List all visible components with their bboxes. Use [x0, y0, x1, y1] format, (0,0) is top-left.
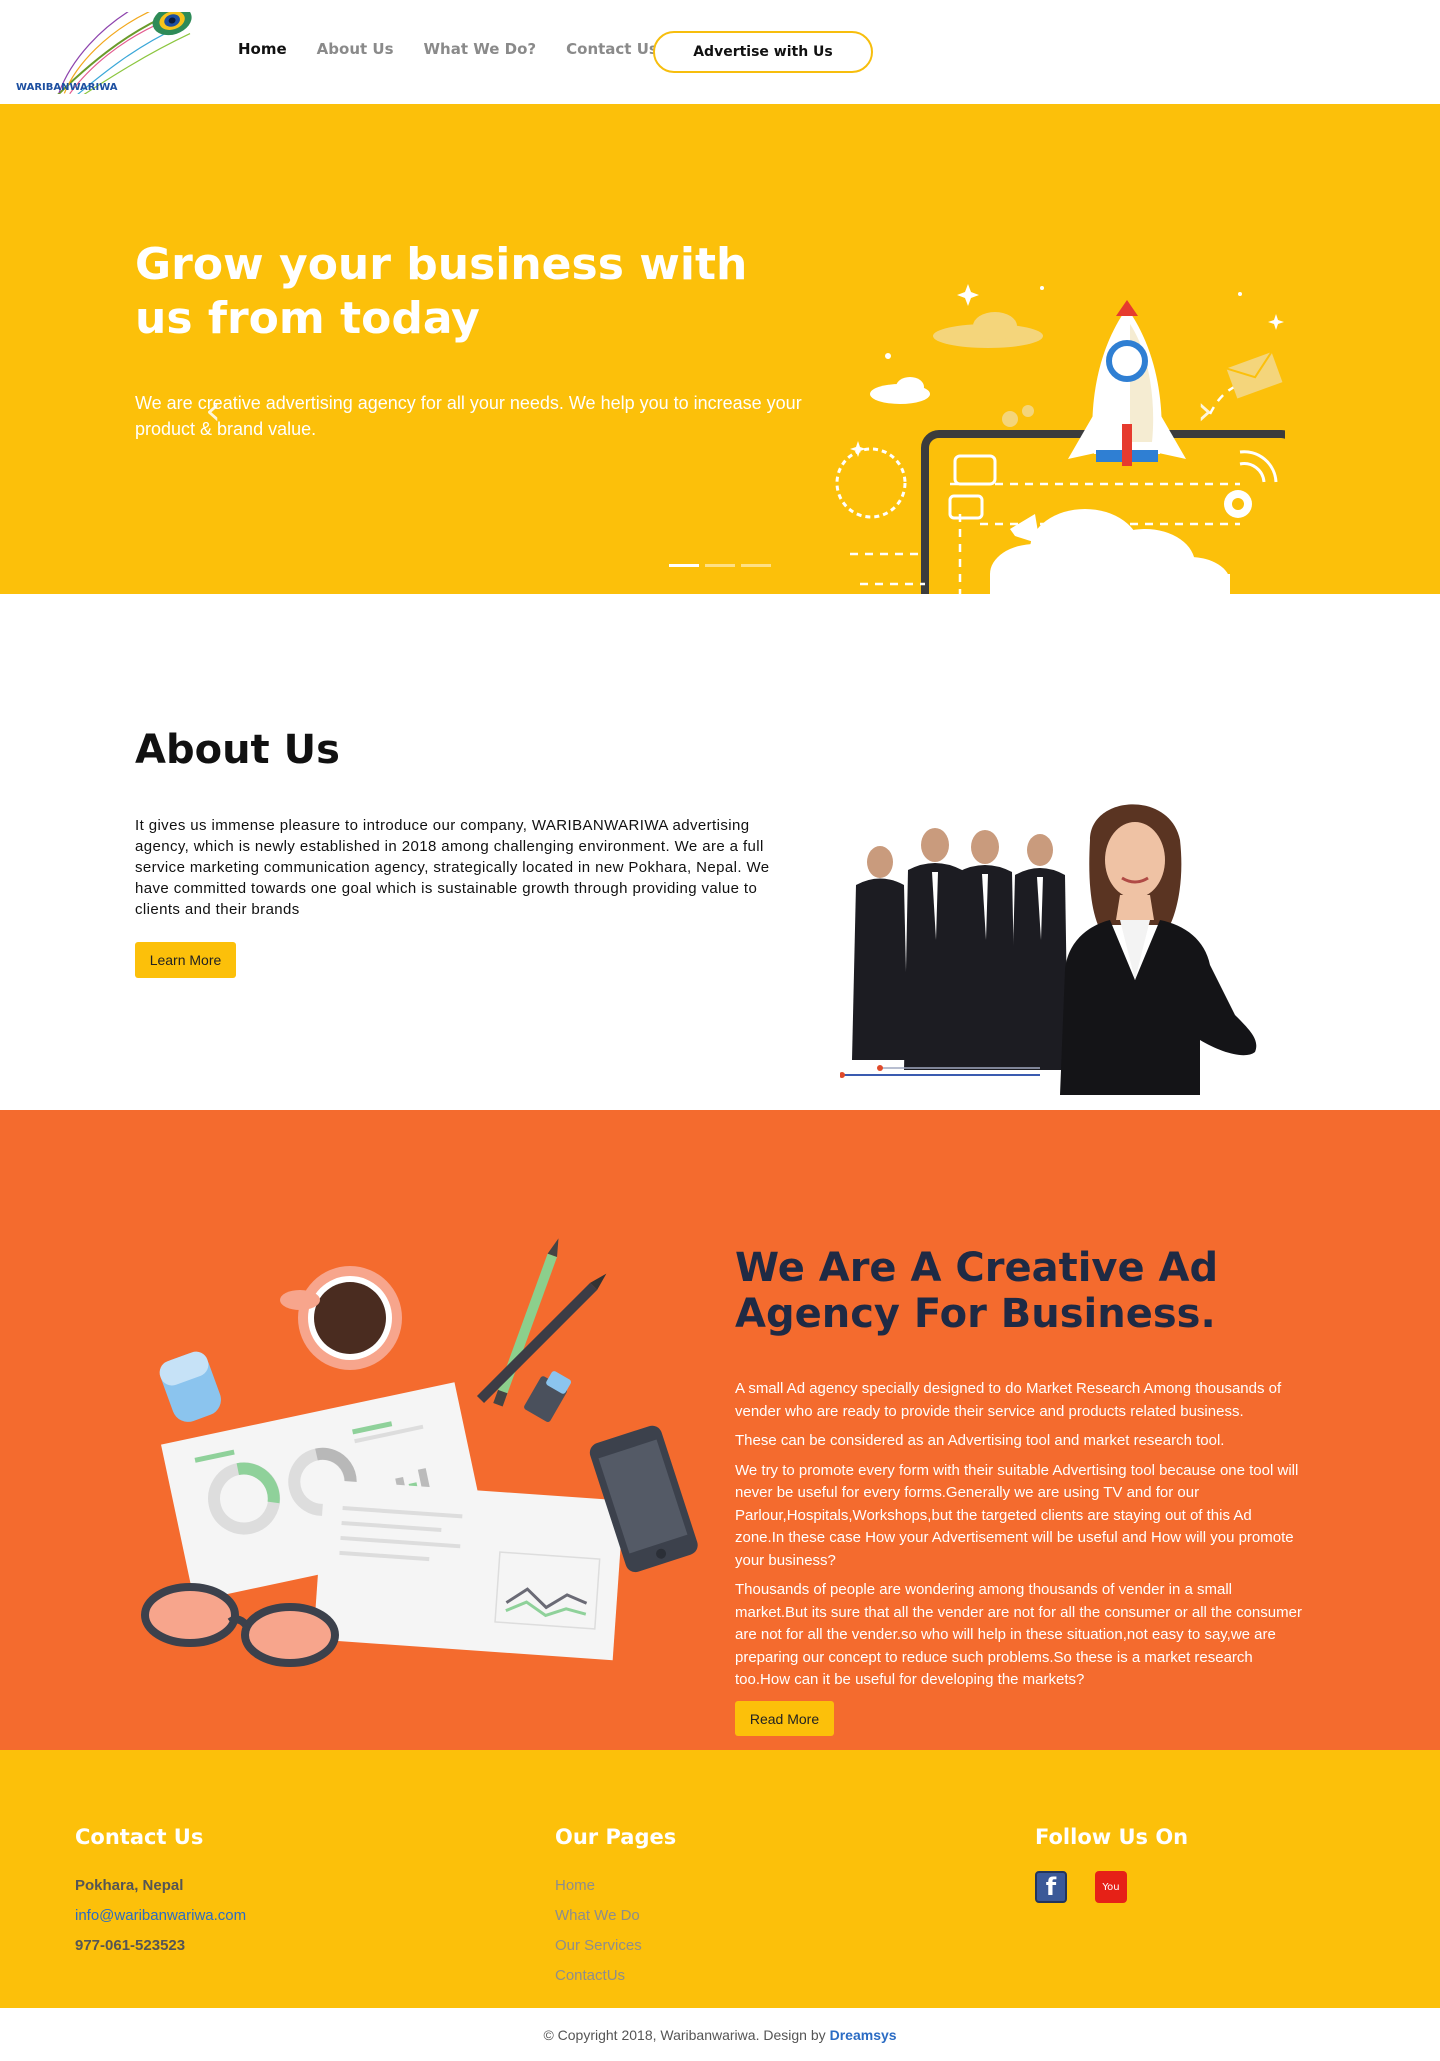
nav-contact-us[interactable]: Contact Us	[566, 40, 658, 58]
footer-follow: Follow Us On f You	[1035, 1825, 1188, 1903]
logo-text: WARIBANWARIWA	[16, 82, 118, 93]
nav-about-us[interactable]: About Us	[317, 40, 394, 58]
creative-paragraph: Thousands of people are wondering among …	[735, 1581, 1302, 1688]
copyright-text: © Copyright 2018, Waribanwariwa. Design …	[543, 2026, 826, 2043]
social-links: f You	[1035, 1871, 1188, 1903]
learn-more-button[interactable]: Learn More	[135, 942, 236, 978]
creative-paragraph: These can be considered as an Advertisin…	[735, 1432, 1225, 1449]
creative-body: A small Ad agency specially designed to …	[735, 1378, 1305, 1699]
creative-paragraph: A small Ad agency specially designed to …	[735, 1380, 1282, 1420]
footer-link-home[interactable]: Home	[555, 1871, 676, 1901]
read-more-button[interactable]: Read More	[735, 1701, 834, 1736]
business-team-image	[840, 804, 1257, 1095]
rocket-launch-illustration	[835, 284, 1285, 594]
nav-what-we-do[interactable]: What We Do?	[424, 40, 537, 58]
nav-home[interactable]: Home	[238, 40, 287, 58]
footer-address: Pokhara, Nepal	[75, 1877, 184, 1894]
carousel-indicators	[669, 564, 771, 567]
creative-title: We Are A Creative Ad Agency For Business…	[735, 1245, 1219, 1337]
youtube-icon[interactable]: You	[1095, 1871, 1127, 1903]
footer-pages: Our Pages Home What We Do Our Services C…	[555, 1825, 676, 1991]
footer-phone: 977-061-523523	[75, 1937, 186, 1954]
hero-title: Grow your business with us from today	[135, 239, 748, 344]
footer-link-our-services[interactable]: Our Services	[555, 1931, 676, 1961]
hero-text: We are creative advertising agency for a…	[135, 393, 802, 439]
about-text: It gives us immense pleasure to introduc…	[135, 817, 770, 918]
footer-contact-title: Contact Us	[75, 1825, 204, 1849]
desk-workspace-illustration	[141, 1238, 698, 1667]
footer-link-what-we-do[interactable]: What We Do	[555, 1901, 676, 1931]
carousel-prev-icon[interactable]: ‹	[205, 388, 221, 434]
carousel-indicator[interactable]	[705, 564, 735, 567]
navbar: WARIBANWARIWA Home About Us What We Do? …	[0, 0, 1440, 104]
about-title: About Us	[135, 727, 340, 773]
hero-carousel: Grow your business with us from today We…	[0, 104, 1440, 594]
facebook-icon[interactable]: f	[1035, 1871, 1067, 1903]
creative-paragraph: We try to promote every form with their …	[735, 1461, 1299, 1569]
footer-contact: Contact Us Pokhara, Nepal info@waribanwa…	[75, 1825, 246, 1961]
waribanwariwa-logo[interactable]: WARIBANWARIWA	[14, 12, 214, 94]
copyright-bar: © Copyright 2018, Waribanwariwa. Design …	[0, 2008, 1440, 2061]
footer-follow-title: Follow Us On	[1035, 1825, 1189, 1849]
footer-email-link[interactable]: info@waribanwariwa.com	[75, 1901, 246, 1931]
carousel-indicator[interactable]	[669, 564, 699, 567]
carousel-indicator[interactable]	[741, 564, 771, 567]
main-nav: Home About Us What We Do? Contact Us	[238, 40, 658, 58]
advertise-with-us-button[interactable]: Advertise with Us	[653, 31, 873, 73]
footer-link-contact[interactable]: ContactUs	[555, 1961, 676, 1991]
footer-pages-title: Our Pages	[555, 1825, 677, 1849]
designer-link[interactable]: Dreamsys	[830, 2027, 897, 2043]
